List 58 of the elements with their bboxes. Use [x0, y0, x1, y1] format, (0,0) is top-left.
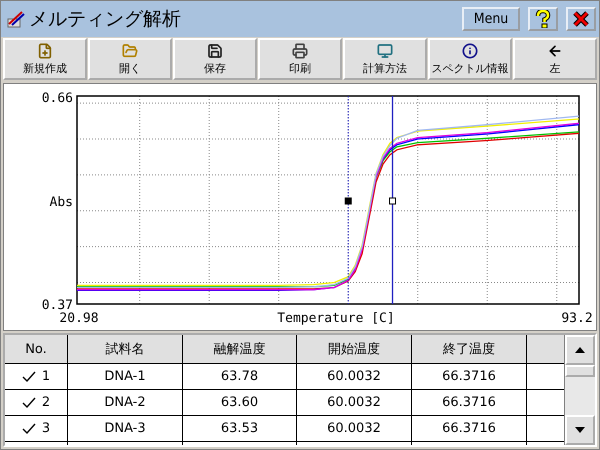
table-cell: 63.53	[183, 416, 296, 441]
y-max-label: 0.66	[42, 91, 73, 106]
up-triangle-icon	[575, 347, 585, 353]
table-cell: 60.0032	[297, 416, 411, 441]
table-cell: DNA-1	[68, 364, 182, 389]
column-header[interactable]: 試料名	[68, 335, 182, 363]
toolbar-button[interactable]: 開く	[88, 38, 172, 80]
toolbar-button[interactable]: 左	[513, 38, 597, 80]
toolbar-button[interactable]: 印刷	[258, 38, 342, 80]
row-number: 2	[42, 395, 50, 410]
scroll-thumb[interactable]	[565, 365, 595, 377]
down-triangle-icon	[575, 427, 585, 433]
close-button[interactable]	[566, 7, 596, 31]
cursor-line[interactable]	[348, 96, 349, 304]
scroll-down-button[interactable]	[565, 415, 595, 445]
app-icon	[7, 10, 25, 28]
check-icon[interactable]	[22, 422, 36, 434]
new-file-icon	[37, 42, 53, 58]
toolbar-button[interactable]: 計算方法	[343, 38, 427, 80]
table-cell: 66.3716	[412, 364, 526, 389]
x-icon	[573, 11, 589, 27]
cursor-handle[interactable]	[344, 198, 352, 204]
y-min-label: 0.37	[42, 298, 73, 313]
window-title: メルティング解析	[29, 7, 182, 32]
check-icon[interactable]	[22, 370, 36, 382]
column-header[interactable]: 開始温度	[297, 335, 411, 363]
table-cell: 66.3716	[412, 390, 526, 415]
folder-icon	[122, 42, 138, 58]
table-cell: 66.3716	[412, 416, 526, 441]
column-header[interactable]: No.	[5, 335, 67, 363]
cursor-line[interactable]	[392, 96, 394, 304]
table-cell: 63.60	[183, 390, 296, 415]
cursor-handle[interactable]	[389, 198, 396, 204]
y-axis-title: Abs	[50, 195, 73, 210]
column-header[interactable]: 終了温度	[412, 335, 526, 363]
printer-icon	[292, 42, 308, 58]
table-cell: DNA-2	[68, 390, 182, 415]
table-cell: 63.78	[183, 364, 296, 389]
toolbar-button[interactable]: スペクトル情報	[428, 38, 512, 80]
question-mark-icon	[535, 10, 551, 28]
table-cell: DNA-3	[68, 416, 182, 441]
x-min-label: 20.98	[59, 311, 99, 326]
table-cell: 60.0032	[297, 364, 411, 389]
scroll-up-button[interactable]	[565, 335, 595, 365]
check-icon[interactable]	[22, 396, 36, 408]
x-max-label: 93.2	[561, 311, 593, 326]
monitor-icon	[377, 42, 393, 58]
column-header[interactable]: 融解温度	[183, 335, 296, 363]
info-icon	[462, 42, 478, 58]
table-cell: 60.0032	[297, 390, 411, 415]
toolbar-button[interactable]: 保存	[173, 38, 257, 80]
toolbar-button[interactable]: 新規作成	[3, 38, 87, 80]
x-axis-title: Temperature [C]	[277, 311, 395, 326]
help-button[interactable]	[528, 7, 558, 31]
row-number: 3	[42, 421, 50, 436]
menu-button[interactable]: Menu	[462, 7, 520, 31]
scrollbar[interactable]	[564, 335, 595, 445]
row-number: 1	[42, 369, 50, 384]
